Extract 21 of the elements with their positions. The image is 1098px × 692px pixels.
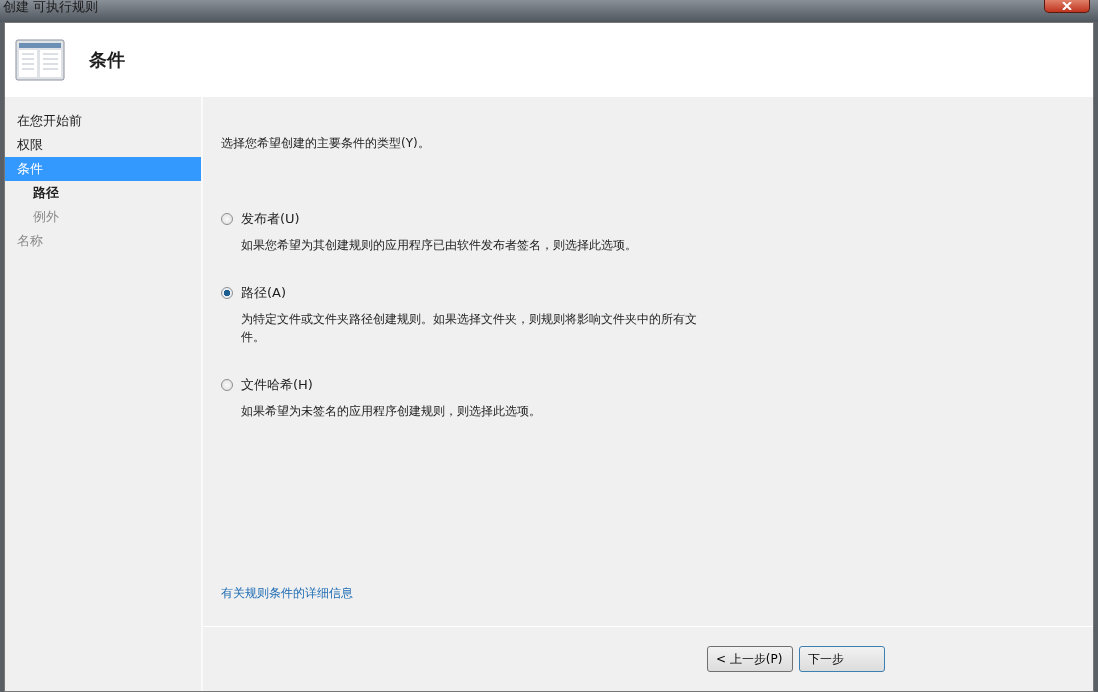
- sidebar-item[interactable]: 权限: [5, 133, 201, 157]
- option-description: 如果您希望为其创建规则的应用程序已由软件发布者签名，则选择此选项。: [240, 237, 638, 254]
- radio-button[interactable]: [221, 287, 233, 299]
- window-title: 创建 可执行规则: [2, 0, 100, 14]
- close-button[interactable]: [1044, 0, 1090, 13]
- close-icon: [1062, 2, 1072, 10]
- option-label: 路径(A): [241, 284, 287, 302]
- next-button[interactable]: 下一步: [799, 646, 885, 672]
- help-link[interactable]: 有关规则条件的详细信息: [221, 585, 353, 602]
- radio-button[interactable]: [221, 379, 233, 391]
- option-description: 如果希望为未签名的应用程序创建规则，则选择此选项。: [240, 403, 542, 420]
- option-label: 发布者(U): [241, 210, 300, 228]
- option-label: 文件哈希(H): [241, 376, 313, 394]
- page-title: 条件: [89, 48, 125, 72]
- back-button[interactable]: < 上一步(P): [707, 646, 793, 672]
- option-description: 为特定文件或文件夹路径创建规则。如果选择文件夹，则规则将影响文件夹中的所有文件。: [240, 311, 698, 346]
- wizard-window-icon: [15, 39, 65, 81]
- sidebar-item[interactable]: 在您开始前: [5, 109, 201, 133]
- sidebar-item[interactable]: 路径: [5, 181, 201, 205]
- prompt-text: 选择您希望创建的主要条件的类型(Y)。: [221, 135, 431, 152]
- radio-button[interactable]: [221, 213, 233, 225]
